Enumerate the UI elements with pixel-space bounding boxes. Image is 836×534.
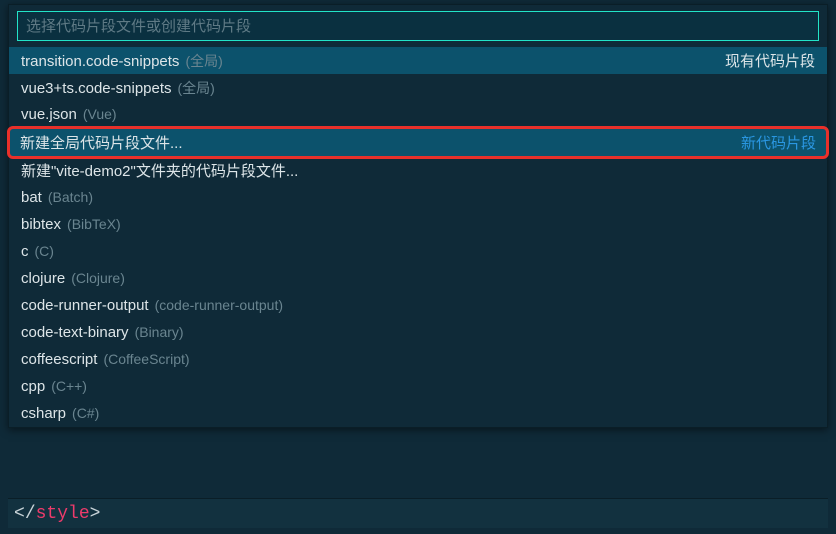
list-item-label: c (21, 243, 29, 260)
list-item-label: coffeescript (21, 351, 97, 368)
list-item-label: bat (21, 189, 42, 206)
list-item[interactable]: 新建全局代码片段文件... 新代码片段 (7, 126, 829, 159)
list-item[interactable]: bat (Batch) (9, 184, 827, 211)
list-item[interactable]: cpp (C++) (9, 373, 827, 400)
list-item[interactable]: csharp (C#) (9, 400, 827, 427)
list-item-label: transition.code-snippets (21, 53, 179, 70)
list-item-detail: (Batch) (48, 189, 93, 205)
list-item[interactable]: code-runner-output (code-runner-output) (9, 292, 827, 319)
list-item-label: cpp (21, 378, 45, 395)
list-item-detail: (Clojure) (71, 270, 125, 286)
list-item-right: 新代码片段 (741, 132, 816, 153)
list-item-detail: (BibTeX) (67, 216, 121, 232)
code-bracket-open: < (14, 504, 25, 524)
quickpick-container: transition.code-snippets (全局) 现有代码片段 vue3+t… (8, 4, 828, 428)
list-item[interactable]: transition.code-snippets (全局) 现有代码片段 (9, 47, 827, 74)
list-item-detail: (全局) (185, 51, 222, 71)
list-item[interactable]: clojure (Clojure) (9, 265, 827, 292)
list-item-detail: (C) (35, 243, 54, 259)
list-item[interactable]: bibtex (BibTeX) (9, 211, 827, 238)
list-item-detail: (Vue) (83, 106, 117, 122)
list-item-left: csharp (C#) (21, 405, 99, 422)
search-input[interactable] (17, 11, 819, 41)
list-item-left: cpp (C++) (21, 378, 87, 395)
list-item-detail: (Binary) (135, 324, 184, 340)
list-item-left: code-runner-output (code-runner-output) (21, 297, 283, 314)
list-item-left: clojure (Clojure) (21, 270, 125, 287)
list-item-left: 新建"vite-demo2"文件夹的代码片段文件... (21, 160, 298, 181)
list-item-label: code-text-binary (21, 324, 129, 341)
list-item-left: code-text-binary (Binary) (21, 324, 184, 341)
snippet-list: transition.code-snippets (全局) 现有代码片段 vue3+t… (9, 47, 827, 427)
list-item-left: transition.code-snippets (全局) (21, 51, 223, 71)
list-item-left: vue.json (Vue) (21, 106, 117, 123)
list-item[interactable]: coffeescript (CoffeeScript) (9, 346, 827, 373)
editor-background: </style> (8, 498, 828, 528)
list-item-label: vue.json (21, 106, 77, 123)
code-slash: / (25, 504, 36, 524)
list-item-detail: (全局) (178, 78, 215, 98)
list-item-label: 新建"vite-demo2"文件夹的代码片段文件... (21, 160, 298, 181)
list-item-left: 新建全局代码片段文件... (20, 132, 183, 153)
list-item[interactable]: 新建"vite-demo2"文件夹的代码片段文件... (9, 157, 827, 184)
list-item-detail: (C#) (72, 405, 99, 421)
list-item-detail: (code-runner-output) (155, 297, 283, 313)
code-bracket-close: > (90, 504, 101, 524)
list-item-label: vue3+ts.code-snippets (21, 80, 172, 97)
list-item-label: 新建全局代码片段文件... (20, 132, 183, 153)
list-item-detail: (C++) (51, 378, 87, 394)
list-item-label: csharp (21, 405, 66, 422)
search-wrapper (9, 5, 827, 47)
list-item[interactable]: code-text-binary (Binary) (9, 319, 827, 346)
list-item-left: bibtex (BibTeX) (21, 216, 121, 233)
list-item[interactable]: c (C) (9, 238, 827, 265)
list-item-left: vue3+ts.code-snippets (全局) (21, 78, 215, 98)
list-item-right: 现有代码片段 (725, 50, 815, 71)
code-tag-name: style (36, 504, 90, 524)
list-item-detail: (CoffeeScript) (103, 351, 189, 367)
list-item-label: bibtex (21, 216, 61, 233)
list-item-label: code-runner-output (21, 297, 149, 314)
list-item-left: c (C) (21, 243, 54, 260)
list-item[interactable]: vue.json (Vue) (9, 101, 827, 128)
code-line: </style> (14, 504, 100, 524)
list-item-left: bat (Batch) (21, 189, 93, 206)
list-item[interactable]: vue3+ts.code-snippets (全局) (9, 74, 827, 101)
list-item-label: clojure (21, 270, 65, 287)
list-item-left: coffeescript (CoffeeScript) (21, 351, 190, 368)
